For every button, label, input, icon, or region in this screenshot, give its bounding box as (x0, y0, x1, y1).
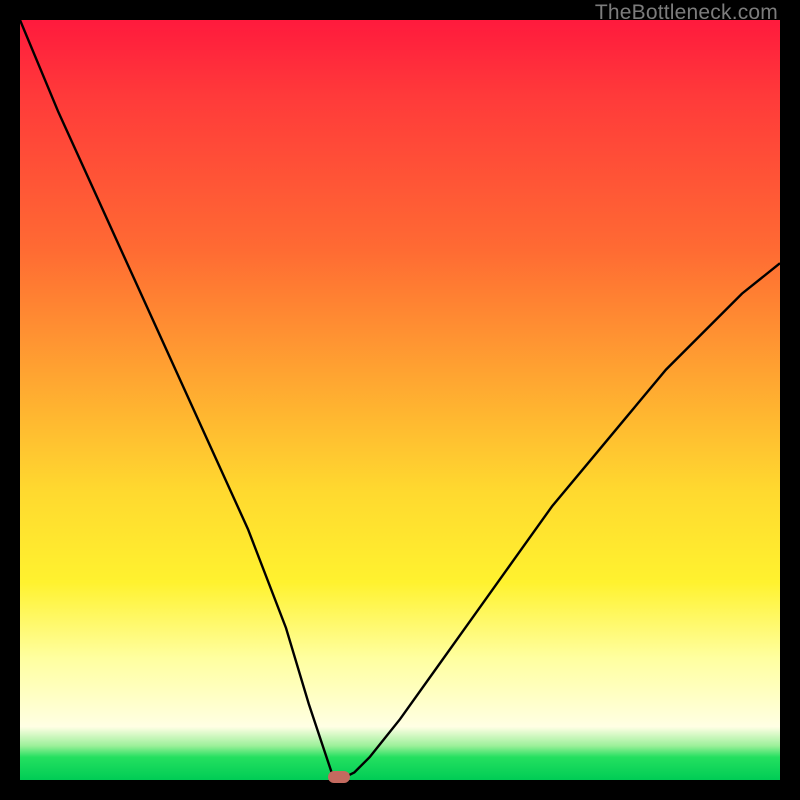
chart-frame: TheBottleneck.com (0, 0, 800, 800)
plot-area (20, 20, 780, 780)
optimum-marker (328, 771, 350, 783)
bottleneck-curve (20, 20, 780, 780)
watermark-text: TheBottleneck.com (595, 1, 778, 25)
